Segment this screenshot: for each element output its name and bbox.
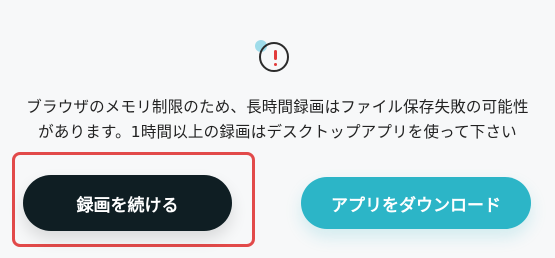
exclamation-dot: [274, 63, 277, 66]
download-app-button[interactable]: アプリをダウンロード: [301, 177, 531, 229]
warning-message-line-2: があります。1時間以上の録画はデスクトップアプリを使って下さい: [38, 123, 517, 141]
alert-circle-icon: [255, 38, 291, 74]
warning-message-line-1: ブラウザのメモリ制限のため、長時間録画はファイル保存失敗の可能性: [26, 98, 529, 116]
exclamation-bar: [274, 50, 277, 60]
recording-warning-dialog: ブラウザのメモリ制限のため、長時間録画はファイル保存失敗の可能性 があります。1…: [0, 0, 555, 258]
continue-recording-button[interactable]: 録画を続ける: [23, 175, 232, 231]
warning-message: ブラウザのメモリ制限のため、長時間録画はファイル保存失敗の可能性 があります。1…: [0, 95, 555, 145]
alert-circle-outline: [259, 42, 289, 72]
